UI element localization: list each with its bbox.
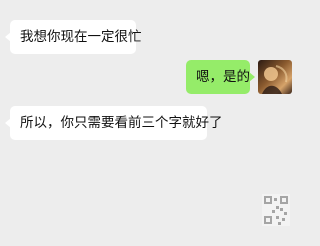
message-text: 我想你现在一定很忙 xyxy=(20,29,142,45)
message-bubble-outgoing[interactable]: 嗯，是的 xyxy=(186,60,255,94)
chat-conversation: 我想你现在一定很忙 嗯，是的 所以，你只需要看前三个字就好了 xyxy=(0,0,300,246)
message-bubble-incoming[interactable]: 我想你现在一定很忙 xyxy=(5,20,142,54)
bubble-tail xyxy=(5,118,11,128)
bubble-tail xyxy=(5,32,11,42)
qr-code-icon xyxy=(262,194,290,226)
avatar-photo-icon[interactable] xyxy=(258,60,292,94)
bubble-tail xyxy=(249,72,255,82)
qr-code-icon xyxy=(262,194,290,226)
message-bubble-incoming[interactable]: 所以，你只需要看前三个字就好了 xyxy=(5,106,223,140)
message-text: 嗯，是的 xyxy=(196,69,250,85)
message-text: 所以，你只需要看前三个字就好了 xyxy=(20,115,223,131)
avatar-photo-icon xyxy=(258,60,292,94)
